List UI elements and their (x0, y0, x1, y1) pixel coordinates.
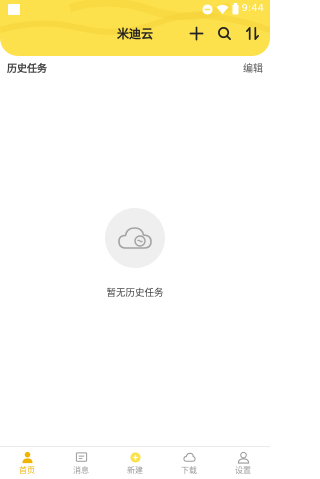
dnd-icon (201, 3, 213, 15)
add-icon[interactable] (189, 26, 204, 41)
tab-label: 设置 (235, 466, 251, 475)
new-icon (129, 452, 141, 463)
settings-icon (237, 451, 249, 464)
notification-icon (8, 4, 20, 15)
tab-home[interactable]: 首页 (0, 447, 54, 479)
empty-state: 暂无历史任务 (0, 208, 270, 299)
section-title: 历史任务 (7, 64, 47, 75)
tab-label: 消息 (73, 466, 89, 475)
status-time: 9:44 (241, 3, 264, 14)
message-icon (75, 452, 87, 462)
edit-button[interactable]: 编辑 (243, 60, 263, 75)
status-bar: 9:44 (0, 0, 270, 18)
tab-label: 下载 (181, 466, 197, 475)
tab-settings[interactable]: 设置 (216, 447, 270, 479)
header-actions (189, 26, 260, 41)
tab-label: 新建 (127, 466, 143, 475)
section-header: 历史任务 编辑 (0, 60, 270, 76)
tab-label: 首页 (19, 466, 35, 475)
empty-illustration (105, 208, 165, 268)
sort-icon[interactable] (245, 26, 260, 41)
tab-new[interactable]: 新建 (108, 447, 162, 479)
battery-icon (232, 3, 239, 15)
app-header: 9:44 米迪云 (0, 0, 270, 56)
download-cloud-icon (182, 452, 196, 462)
bottom-tab-bar: 首页 消息 新建 下载 设置 (0, 446, 270, 479)
tab-messages[interactable]: 消息 (54, 447, 108, 479)
status-right: 9:44 (201, 2, 264, 16)
tab-download[interactable]: 下载 (162, 447, 216, 479)
wifi-icon (216, 4, 228, 14)
home-icon (21, 451, 33, 464)
search-icon[interactable] (217, 26, 232, 41)
cloud-icon (118, 227, 152, 249)
empty-message: 暂无历史任务 (106, 288, 164, 299)
